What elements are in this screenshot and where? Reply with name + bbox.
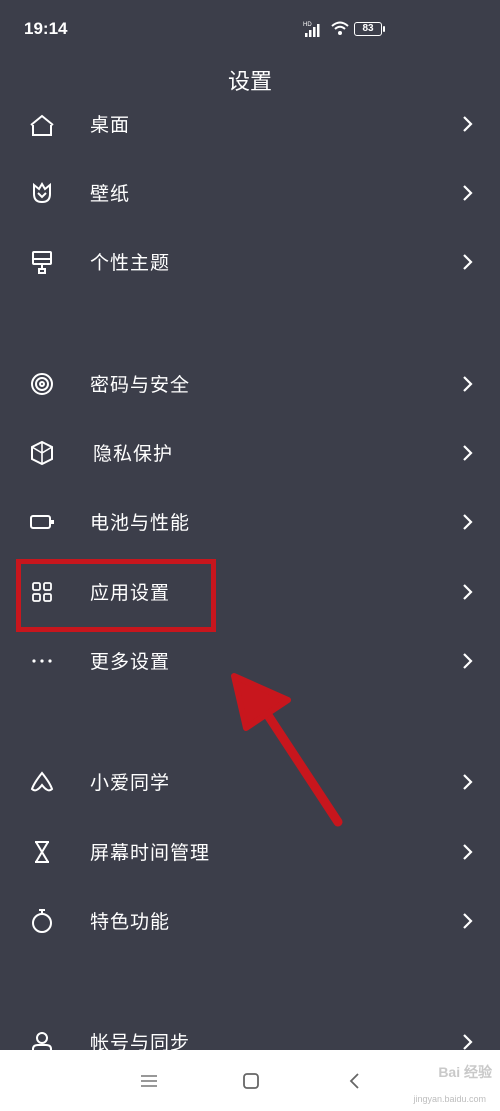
settings-item-xiaoai[interactable]: 小爱同学 bbox=[0, 751, 500, 811]
battery-icon bbox=[28, 509, 56, 535]
chevron-right-icon bbox=[460, 253, 474, 271]
settings-item-label: 桌面 bbox=[90, 115, 131, 136]
chevron-right-icon bbox=[460, 444, 474, 462]
page-title: 设置 bbox=[227, 69, 272, 94]
network-type-label: HD bbox=[303, 22, 312, 28]
wallpaper-icon bbox=[28, 180, 56, 206]
chevron-right-icon bbox=[460, 375, 474, 393]
settings-item-label: 更多设置 bbox=[90, 652, 171, 673]
wifi-icon bbox=[330, 20, 350, 41]
chevron-right-icon bbox=[460, 184, 474, 202]
settings-item-screen-time[interactable]: 屏幕时间管理 bbox=[0, 821, 500, 881]
chevron-right-icon bbox=[460, 1033, 474, 1051]
chevron-right-icon bbox=[460, 583, 474, 601]
chevron-right-icon bbox=[460, 513, 474, 531]
hourglass-icon bbox=[28, 839, 56, 865]
settings-item-label: 个性主题 bbox=[90, 253, 171, 274]
settings-item-theme[interactable]: 个性主题 bbox=[0, 231, 500, 291]
xiaoai-icon bbox=[28, 769, 56, 795]
chevron-right-icon bbox=[460, 115, 474, 133]
fingerprint-icon bbox=[28, 371, 56, 397]
chevron-right-icon bbox=[460, 912, 474, 930]
settings-item-more-settings[interactable]: 更多设置 bbox=[0, 630, 500, 690]
home-square-icon[interactable] bbox=[240, 1070, 262, 1092]
settings-item-password-security[interactable]: 密码与安全 bbox=[0, 353, 500, 413]
settings-item-label: 小爱同学 bbox=[90, 773, 171, 794]
watermark: Bai 经验 bbox=[438, 1064, 492, 1080]
chevron-right-icon bbox=[460, 773, 474, 791]
settings-item-label: 密码与安全 bbox=[90, 375, 191, 396]
status-bar: 19:14 HD 83 bbox=[0, 0, 500, 58]
more-dots-icon bbox=[28, 648, 56, 674]
settings-item-label: 壁纸 bbox=[90, 184, 131, 205]
theme-brush-icon bbox=[28, 249, 56, 275]
chevron-right-icon bbox=[460, 843, 474, 861]
settings-item-label: 屏幕时间管理 bbox=[90, 843, 211, 864]
settings-item-label: 特色功能 bbox=[90, 912, 171, 933]
settings-item-special-features[interactable]: 特色功能 bbox=[0, 890, 500, 950]
home-icon bbox=[28, 111, 56, 137]
battery-indicator: 83 bbox=[354, 22, 385, 36]
settings-item-battery-performance[interactable]: 电池与性能 bbox=[0, 491, 500, 551]
settings-item-wallpaper[interactable]: 壁纸 bbox=[0, 162, 500, 222]
annotation-highlight-box bbox=[16, 559, 216, 632]
chevron-right-icon bbox=[460, 652, 474, 670]
privacy-shield-icon bbox=[28, 440, 56, 466]
menu-icon[interactable] bbox=[138, 1070, 160, 1092]
status-time: 19:14 bbox=[24, 19, 68, 38]
settings-item-label: 电池与性能 bbox=[90, 513, 191, 534]
settings-item-privacy[interactable]: 隐私保护 bbox=[0, 422, 500, 482]
stopwatch-icon bbox=[28, 908, 56, 934]
signal-icon: HD bbox=[303, 20, 325, 43]
settings-item-label: 隐私保护 bbox=[93, 444, 174, 465]
settings-item-desktop[interactable]: 桌面 bbox=[0, 93, 500, 153]
watermark-url: jingyan.baidu.com bbox=[413, 1094, 486, 1104]
back-icon[interactable] bbox=[344, 1070, 366, 1092]
